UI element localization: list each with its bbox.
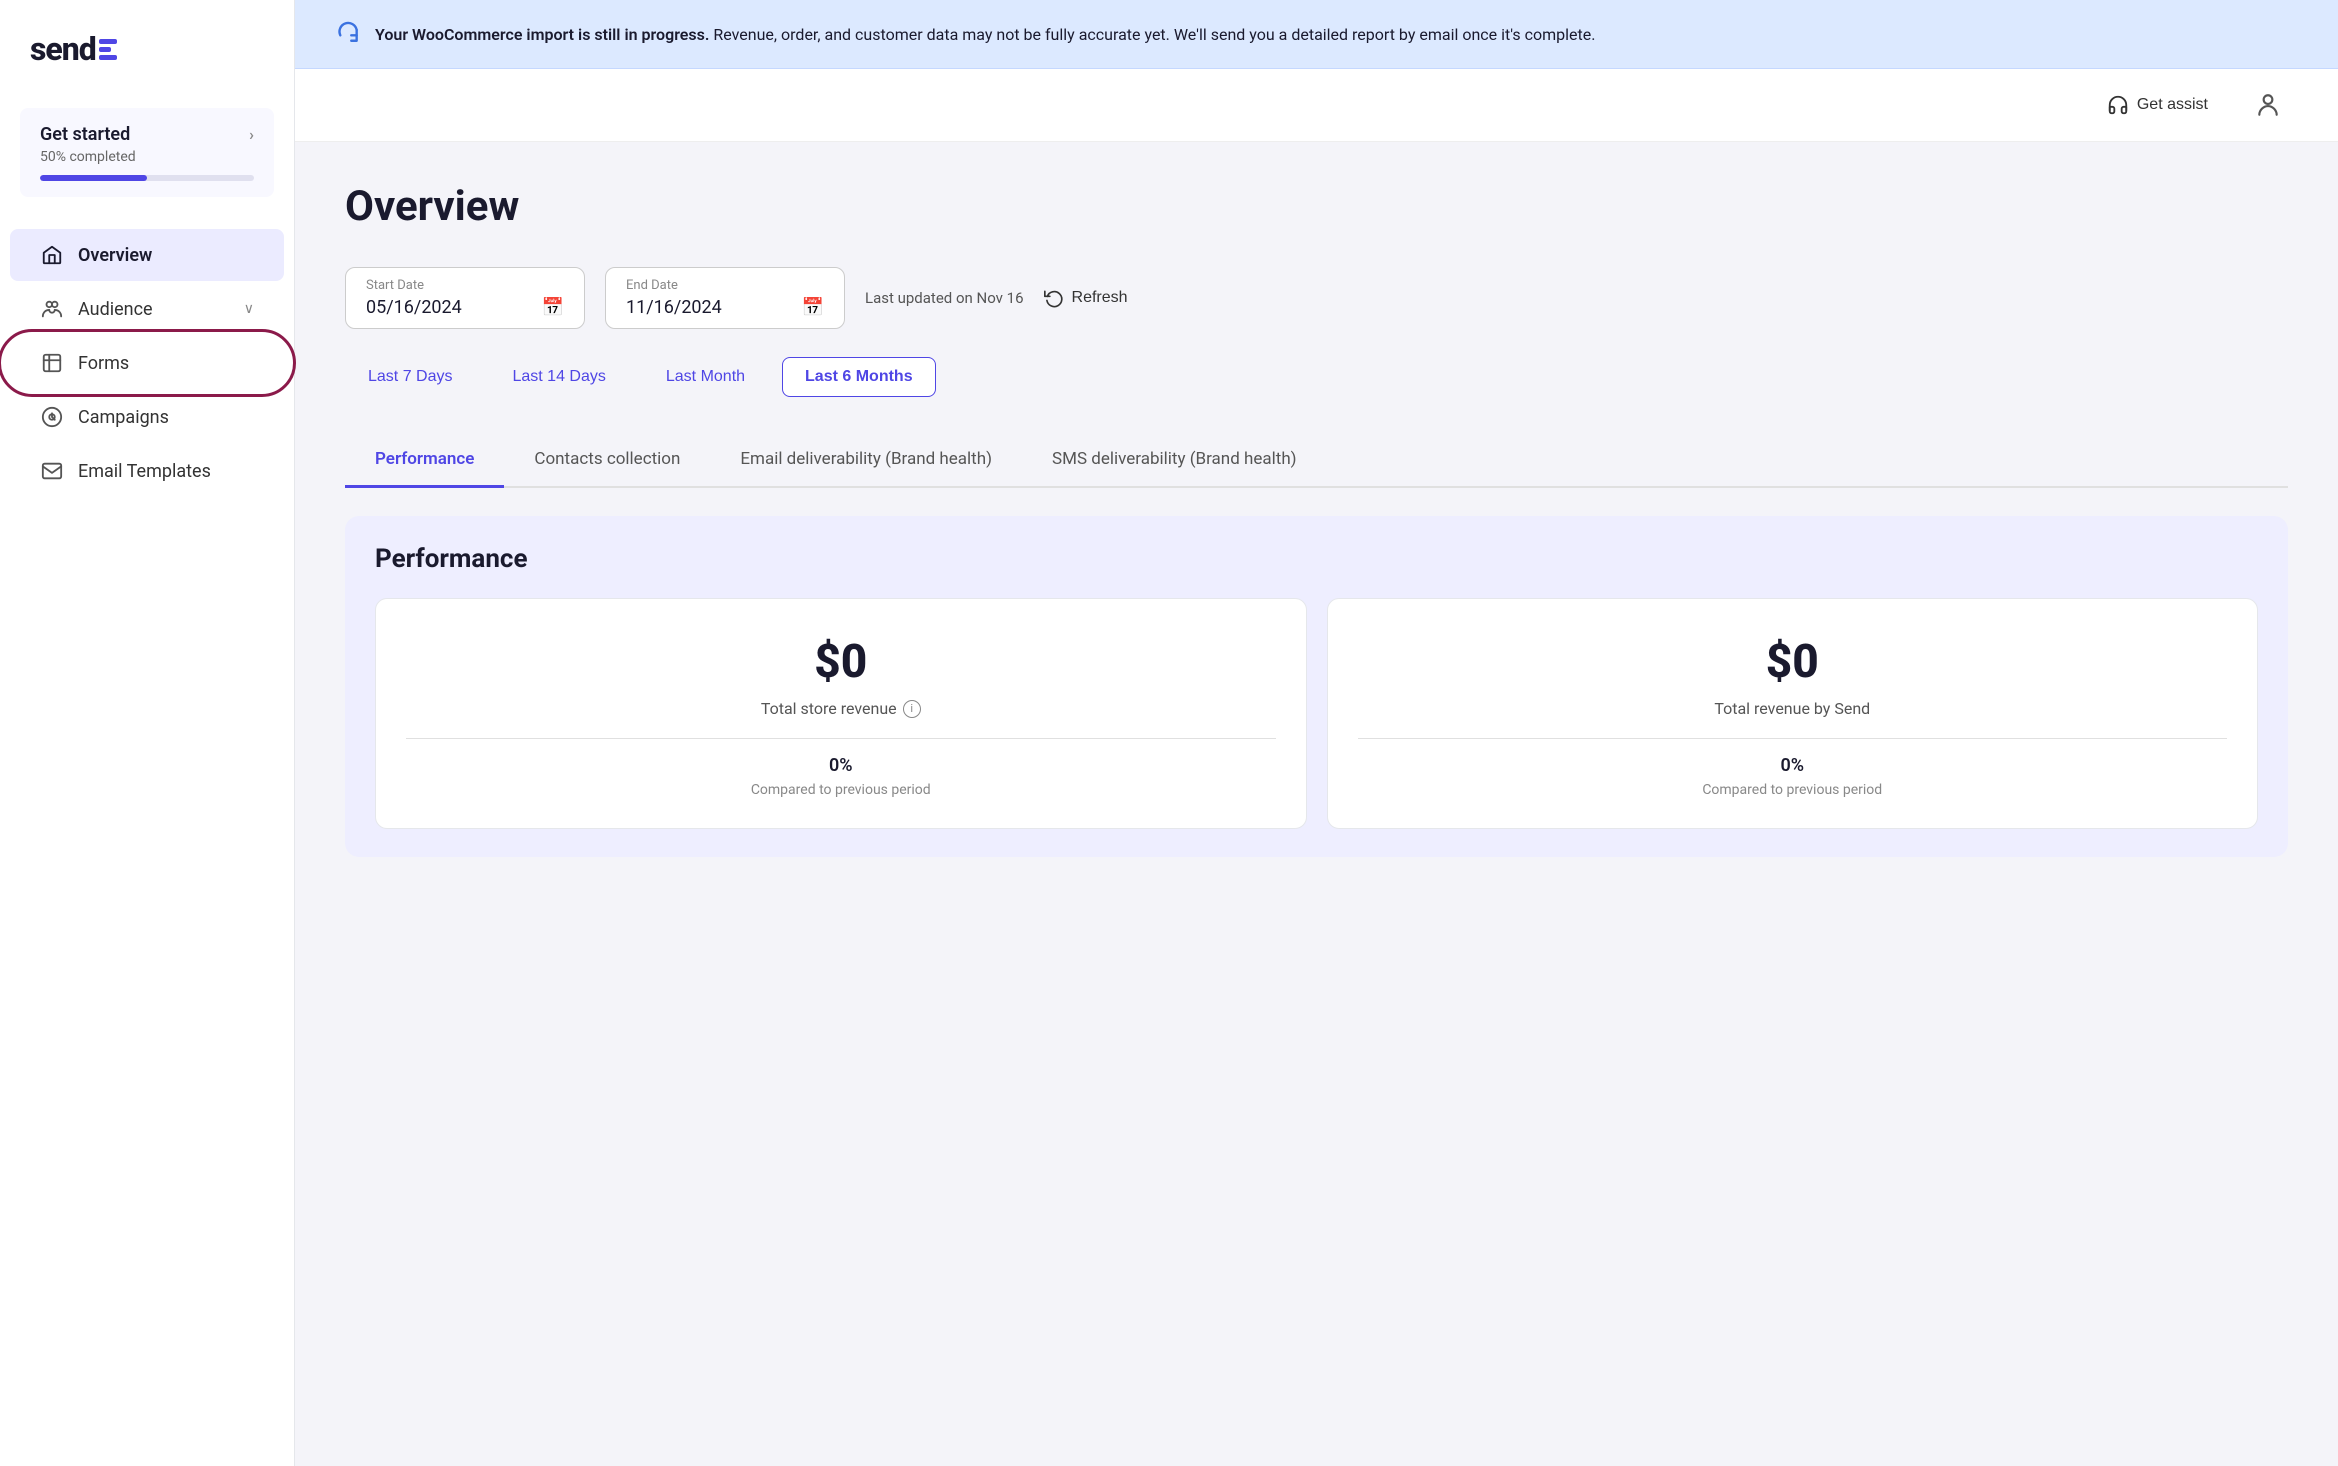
user-icon [2255, 92, 2281, 118]
campaigns-icon [40, 405, 64, 429]
progress-bar-bg [40, 175, 254, 181]
pill-last-6-months[interactable]: Last 6 Months [782, 357, 936, 397]
total-store-revenue-compare: Compared to previous period [751, 782, 931, 798]
main-content: Your WooCommerce import is still in prog… [295, 0, 2338, 1466]
performance-section: Performance $0 Total store revenue i 0% … [345, 516, 2288, 857]
calendar-icon: 📅 [542, 297, 564, 318]
get-started-label: Get started [40, 124, 130, 145]
tab-contacts-collection[interactable]: Contacts collection [504, 433, 710, 488]
calendar-icon-end: 📅 [802, 297, 824, 318]
chevron-right-icon: › [249, 125, 254, 144]
sidebar-item-overview-label: Overview [78, 245, 152, 266]
refresh-label: Refresh [1072, 289, 1128, 307]
get-started-title: Get started › [40, 124, 254, 145]
sidebar-item-email-templates[interactable]: Email Templates [10, 445, 284, 497]
tab-email-deliverability[interactable]: Email deliverability (Brand health) [710, 433, 1022, 488]
end-date-field[interactable]: End Date 11/16/2024 📅 [605, 267, 845, 329]
total-revenue-send-value: $0 [1766, 635, 1819, 689]
total-store-revenue-label: Total store revenue i [761, 699, 921, 718]
page-title: Overview [345, 182, 2288, 231]
chevron-down-icon: ∨ [244, 301, 254, 317]
get-assist-button[interactable]: Get assist [2091, 86, 2224, 124]
banner-text: Your WooCommerce import is still in prog… [375, 25, 1595, 44]
start-date-label: Start Date [366, 278, 564, 293]
start-date-value: 05/16/2024 📅 [366, 297, 564, 318]
date-filter-row: Start Date 05/16/2024 📅 End Date 11/16/2… [345, 267, 2288, 329]
sidebar-item-email-templates-label: Email Templates [78, 461, 211, 482]
header-bar: Get assist [295, 69, 2338, 142]
audience-icon [40, 297, 64, 321]
forms-icon [40, 351, 64, 375]
end-date-label: End Date [626, 278, 824, 293]
get-assist-label: Get assist [2137, 96, 2208, 114]
main-tabs: Performance Contacts collection Email de… [345, 433, 2288, 488]
sidebar-nav: Overview Audience ∨ [0, 227, 294, 499]
end-date-text: 11/16/2024 [626, 297, 722, 318]
end-date-value: 11/16/2024 📅 [626, 297, 824, 318]
sidebar-item-campaigns-label: Campaigns [78, 407, 169, 428]
progress-bar-fill [40, 175, 147, 181]
sidebar-item-audience[interactable]: Audience ∨ [10, 283, 284, 335]
logo-icon [99, 39, 117, 60]
sidebar-item-forms[interactable]: Forms [10, 337, 284, 389]
info-icon[interactable]: i [903, 700, 921, 718]
refresh-button[interactable]: Refresh [1044, 288, 1128, 308]
sidebar-item-overview[interactable]: Overview [10, 229, 284, 281]
start-date-field[interactable]: Start Date 05/16/2024 📅 [345, 267, 585, 329]
page-content: Overview Start Date 05/16/2024 📅 End Dat… [295, 142, 2338, 1466]
logo: send [0, 30, 294, 108]
pill-last-7-days[interactable]: Last 7 Days [345, 357, 475, 397]
metric-divider [406, 738, 1276, 739]
total-store-revenue-pct: 0% [829, 755, 853, 776]
last-updated-text: Last updated on Nov 16 [865, 289, 1024, 307]
metric-card-total-revenue-send: $0 Total revenue by Send 0% Compared to … [1327, 598, 2259, 829]
logo-text: send [30, 30, 96, 68]
total-revenue-send-label: Total revenue by Send [1714, 699, 1870, 718]
banner-text-rest: Revenue, order, and customer data may no… [713, 25, 1595, 44]
import-banner: Your WooCommerce import is still in prog… [295, 0, 2338, 69]
performance-section-title: Performance [375, 544, 2258, 574]
filter-pills: Last 7 Days Last 14 Days Last Month Last… [345, 357, 2288, 397]
refresh-icon [1044, 288, 1064, 308]
get-started-box[interactable]: Get started › 50% completed [20, 108, 274, 197]
sync-icon [335, 18, 361, 50]
progress-label: 50% completed [40, 149, 254, 165]
total-store-revenue-value: $0 [814, 635, 867, 689]
metric-cards-row: $0 Total store revenue i 0% Compared to … [375, 598, 2258, 829]
home-icon [40, 243, 64, 267]
user-profile-button[interactable] [2248, 85, 2288, 125]
pill-last-month[interactable]: Last Month [643, 357, 768, 397]
sidebar: send Get started › 50% completed Overvie… [0, 0, 295, 1466]
total-revenue-send-compare: Compared to previous period [1702, 782, 1882, 798]
banner-text-bold: Your WooCommerce import is still in prog… [375, 25, 709, 44]
start-date-text: 05/16/2024 [366, 297, 462, 318]
tab-performance[interactable]: Performance [345, 433, 504, 488]
tab-sms-deliverability[interactable]: SMS deliverability (Brand health) [1022, 433, 1327, 488]
metric-card-total-store-revenue: $0 Total store revenue i 0% Compared to … [375, 598, 1307, 829]
sidebar-item-audience-label: Audience [78, 299, 153, 320]
pill-last-14-days[interactable]: Last 14 Days [489, 357, 628, 397]
sidebar-item-campaigns[interactable]: Campaigns [10, 391, 284, 443]
email-templates-icon [40, 459, 64, 483]
metric-divider-2 [1358, 738, 2228, 739]
total-revenue-send-pct: 0% [1780, 755, 1804, 776]
headset-icon [2107, 94, 2129, 116]
sidebar-item-forms-label: Forms [78, 353, 129, 374]
